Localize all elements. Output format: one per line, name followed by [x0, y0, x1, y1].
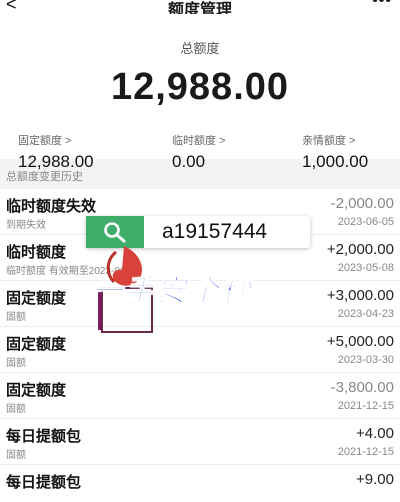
history-row[interactable]: 每日提额包 +9.00 [0, 465, 400, 502]
row-note: 固额 [6, 404, 26, 415]
row-amount: +2,000.00 [326, 241, 394, 258]
row-name: 固定额度 [6, 382, 67, 399]
watermark-id-text: a19157444 [162, 220, 268, 243]
row-amount: -3,800.00 [330, 379, 394, 396]
history-row[interactable]: 固定额度 固额 +5,000.00 2023-03-30 [0, 327, 400, 373]
row-name: 固定额度 [6, 336, 67, 353]
row-name: 临时额度失效 [6, 198, 97, 215]
family-quota-link[interactable]: 亲情额度 > 1,000.00 [302, 132, 368, 172]
row-amount: -2,000.00 [330, 195, 394, 212]
fixed-quota-label: 固定额度 > [18, 135, 72, 147]
row-date: 2023-05-08 [337, 262, 394, 274]
family-quota-label: 亲情额度 > [302, 135, 356, 147]
row-note: 固额 [6, 358, 26, 369]
row-date: 2023-03-30 [337, 354, 394, 366]
row-name: 临时额度 [6, 244, 67, 261]
nav-bar: < 额度管理 ••• [0, 0, 400, 19]
temp-quota-link[interactable]: 临时额度 > 0.00 [172, 132, 225, 172]
row-name: 每日提额包 [6, 474, 82, 491]
row-date: 2023-04-23 [337, 308, 394, 320]
history-row[interactable]: 每日提额包 固额 +4.00 2021-12-15 [0, 419, 400, 465]
fixed-quota-value: 12,988.00 [18, 152, 94, 171]
row-name: 每日提额包 [6, 428, 82, 445]
fixed-quota-link[interactable]: 固定额度 > 12,988.00 [18, 132, 94, 172]
history-row[interactable]: 固定额度 固额 -3,800.00 2021-12-15 [0, 373, 400, 419]
row-amount: +3,000.00 [326, 287, 394, 304]
quota-summary: 总额度 12,988.00 固定额度 > 12,988.00 临时额度 > 0.… [0, 14, 400, 171]
row-note: 到期失效 [6, 220, 46, 231]
row-date: 2023-06-05 [337, 216, 394, 228]
row-name: 固定额度 [6, 290, 67, 307]
row-amount: +9.00 [356, 471, 394, 488]
family-quota-value: 1,000.00 [302, 152, 369, 171]
row-amount: +5,000.00 [326, 333, 394, 350]
row-amount: +4.00 [356, 425, 394, 442]
temp-quota-value: 0.00 [172, 152, 206, 171]
temp-quota-label: 临时额度 > [172, 135, 226, 147]
total-quota-label: 总额度 [180, 41, 220, 56]
row-note: 固额 [6, 312, 26, 323]
total-quota-value: 12,988.00 [110, 66, 290, 108]
row-note: 固额 [6, 450, 26, 461]
watermark-banner: 一手安全秒 [92, 275, 252, 309]
more-menu-button[interactable]: ••• [372, 0, 392, 10]
row-date: 2021-12-15 [337, 446, 394, 458]
row-date: 2021-12-15 [337, 400, 394, 412]
